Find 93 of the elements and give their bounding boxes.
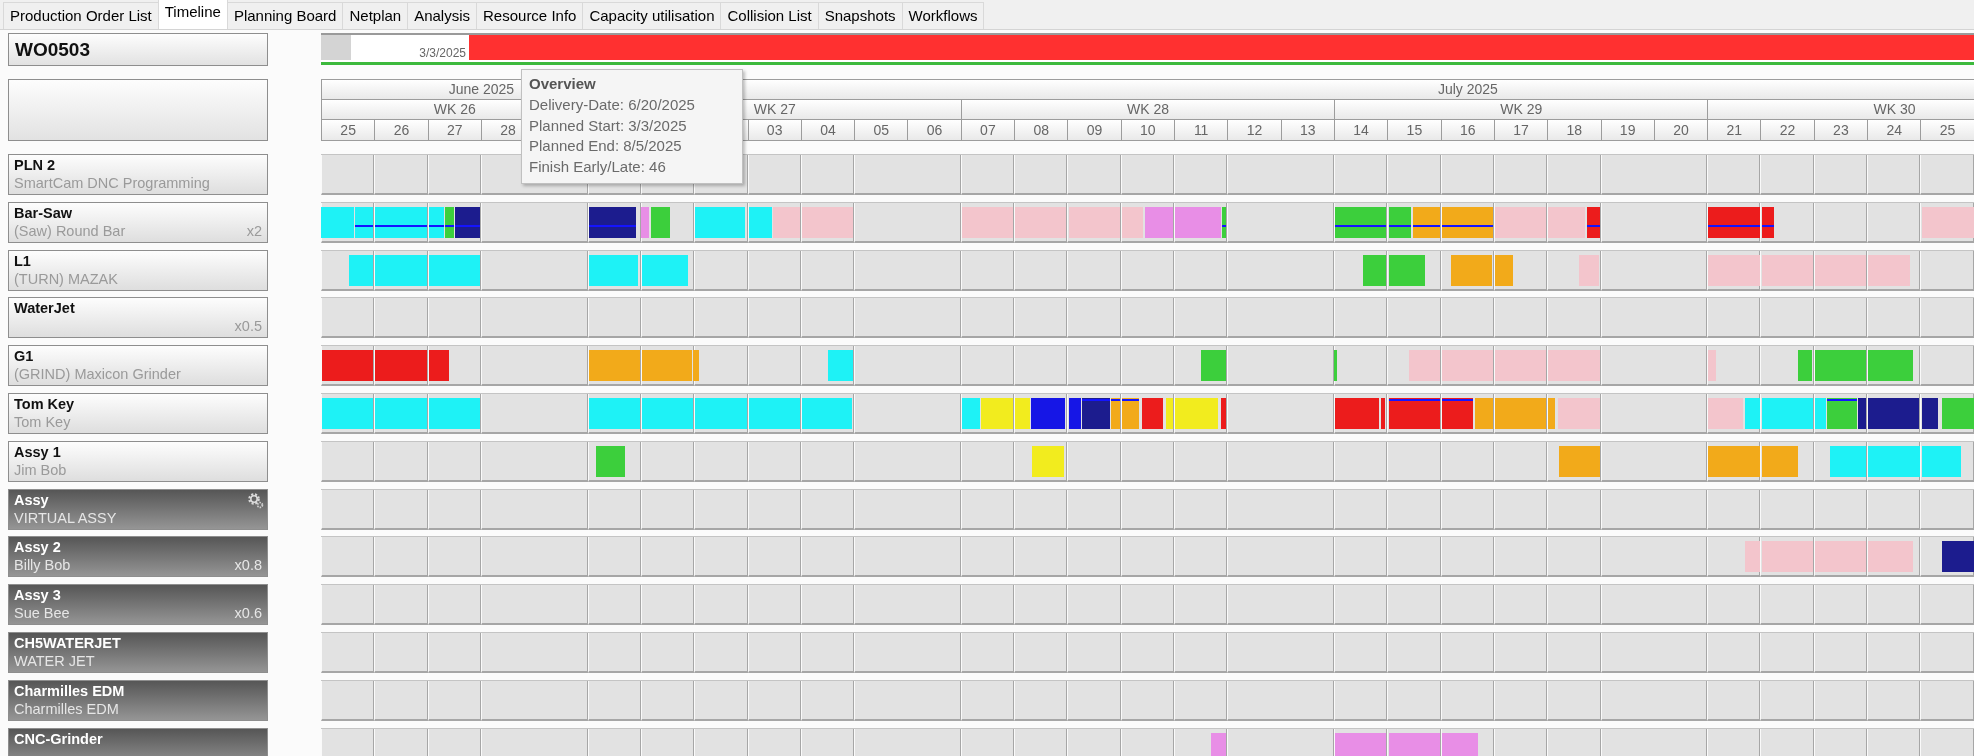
- start-date: 3/3/2025: [418, 45, 467, 60]
- tab[interactable]: Production Order List: [3, 2, 159, 29]
- resource-card[interactable]: WaterJet x0.5: [8, 297, 268, 339]
- task-bar[interactable]: [1335, 206, 1387, 238]
- day-header: 24: [1867, 119, 1921, 141]
- resource-lane[interactable]: [321, 393, 1974, 434]
- link-line: [588, 224, 636, 227]
- resource-detail: Sue Bee: [14, 604, 70, 623]
- gears-icon[interactable]: [247, 491, 264, 509]
- capacity-factor: x0.8: [234, 556, 262, 575]
- tooltip-line: Finish Early/Late: 46: [529, 156, 667, 177]
- resource-detail: WATER JET: [14, 651, 95, 670]
- capacity-factor: x0.6: [234, 604, 262, 623]
- resource-name: Tom Key: [14, 395, 75, 413]
- resource-detail: (TURN) MAZAK: [14, 269, 118, 288]
- order-number: WO0503: [8, 33, 268, 66]
- task-bar[interactable]: [1222, 206, 1227, 238]
- day-header: 14: [1333, 119, 1388, 141]
- link-line: [1586, 224, 1600, 227]
- day-header: 23: [1813, 119, 1868, 141]
- task-bar[interactable]: [355, 206, 374, 238]
- resource-detail: (Saw) Round Bar: [14, 221, 126, 240]
- task-bar[interactable]: [1942, 541, 1974, 573]
- task-bar[interactable]: [375, 206, 427, 238]
- day-header: 15: [1387, 119, 1441, 141]
- day-header: 12: [1227, 119, 1281, 141]
- day-header: 03: [747, 119, 801, 141]
- resource-detail: Jim Bob: [14, 460, 67, 479]
- day-header: 19: [1600, 119, 1654, 141]
- day-header: 18: [1547, 119, 1601, 141]
- resource-card[interactable]: Assy 1 Jim Bob: [8, 440, 268, 482]
- day-header: 27: [427, 119, 481, 141]
- resource-card[interactable]: Assy 2 Billy Bob x0.8: [8, 536, 268, 578]
- link-line: [1827, 399, 1857, 401]
- resource-name: Charmilles EDM: [14, 681, 125, 700]
- week-header: WK 30: [1707, 99, 1974, 119]
- resource-detail: Billy Bob: [14, 556, 71, 575]
- schedule-bar[interactable]: [469, 35, 1974, 60]
- tab[interactable]: Timeline: [157, 0, 228, 29]
- resource-detail: SmartCam DNC Programming: [14, 174, 210, 192]
- resource-name: PLN 2: [14, 156, 56, 174]
- day-header: 26: [374, 119, 428, 141]
- week-header: WK 28: [960, 99, 1335, 119]
- week-header: WK 29: [1334, 99, 1708, 119]
- day-header: 09: [1067, 119, 1121, 141]
- day-header: 05: [854, 119, 908, 141]
- day-header: 21: [1707, 119, 1761, 141]
- resource-name: Bar-Saw: [14, 203, 73, 222]
- tab[interactable]: Workflows: [901, 2, 985, 29]
- resource-card[interactable]: CNC-Grinder: [8, 727, 268, 756]
- day-header: 20: [1653, 119, 1708, 141]
- resource-detail: Charmilles EDM: [14, 699, 119, 718]
- day-header: 11: [1174, 119, 1228, 141]
- day-header: 10: [1120, 119, 1174, 141]
- task-bar[interactable]: [444, 206, 455, 238]
- resource-name: Assy 1: [14, 442, 61, 461]
- capacity-factor: x0.5: [234, 317, 262, 336]
- day-header: 06: [907, 119, 961, 141]
- resource-card[interactable]: CH5WATERJET WATER JET: [8, 631, 268, 673]
- task-bar[interactable]: [1708, 206, 1760, 238]
- day-header: 07: [960, 119, 1015, 141]
- resource-name: Assy 2: [14, 538, 61, 557]
- day-header: 13: [1280, 119, 1334, 141]
- resource-card[interactable]: G1 (GRIND) Maxicon Grinder: [8, 345, 268, 387]
- day-header: 04: [800, 119, 855, 141]
- range-marker: [321, 35, 351, 60]
- resource-detail: VIRTUAL ASSY: [14, 508, 117, 527]
- resource-card[interactable]: Tom Key Tom Key: [8, 393, 268, 434]
- resource-name: L1: [14, 251, 31, 270]
- task-bar[interactable]: [455, 206, 480, 238]
- resource-detail: (GRIND) Maxicon Grinder: [14, 365, 181, 384]
- day-header: 25: [1920, 119, 1974, 141]
- resource-lane[interactable]: [321, 201, 1974, 243]
- resource-detail: Tom Key: [14, 413, 71, 431]
- resource-name: Assy 3: [14, 586, 61, 605]
- day-header: 08: [1014, 119, 1068, 141]
- day-header: 16: [1440, 119, 1494, 141]
- day-header: 17: [1493, 119, 1548, 141]
- resource-card[interactable]: Assy VIRTUAL ASSY: [8, 488, 268, 530]
- resource-card[interactable]: L1 (TURN) MAZAK: [8, 249, 268, 291]
- resource-name: CNC-Grinder: [14, 729, 103, 748]
- resource-name: WaterJet: [14, 299, 75, 318]
- day-header: 25: [321, 119, 375, 141]
- resource-card[interactable]: Charmilles EDM Charmilles EDM: [8, 679, 268, 721]
- resource-card[interactable]: Bar-Saw (Saw) Round Bar x2: [8, 201, 268, 243]
- resource-name: CH5WATERJET: [14, 633, 121, 652]
- resource-card[interactable]: PLN 2 SmartCam DNC Programming: [8, 154, 268, 195]
- resource-card[interactable]: Assy 3 Sue Bee x0.6: [8, 584, 268, 626]
- resource-name: Assy: [14, 490, 49, 509]
- task-bar[interactable]: [1441, 206, 1493, 238]
- resource-name: G1: [14, 347, 34, 366]
- day-header: 22: [1760, 119, 1814, 141]
- capacity-factor: x2: [246, 221, 262, 240]
